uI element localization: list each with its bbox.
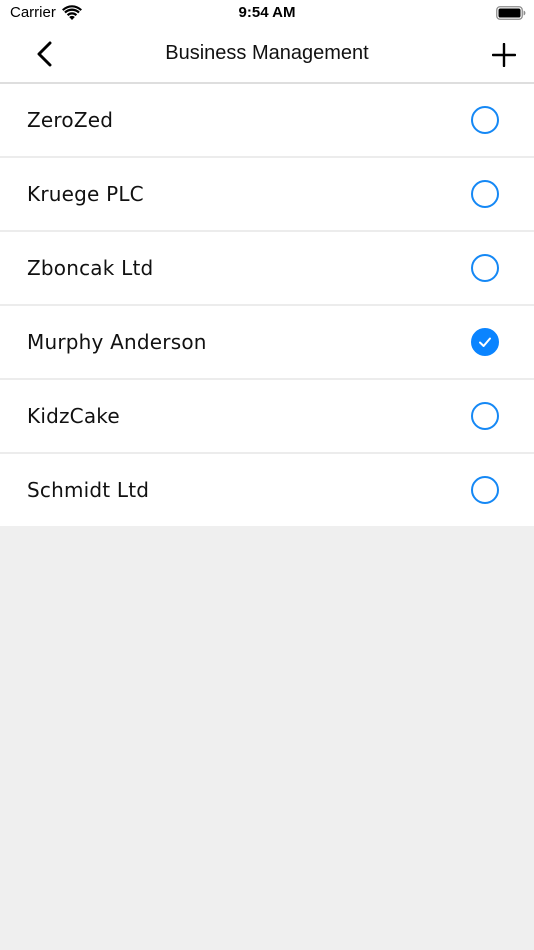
radio-unchecked-icon[interactable] xyxy=(471,106,499,134)
checkmark-icon xyxy=(479,337,491,347)
add-business-button[interactable] xyxy=(488,39,520,71)
business-row[interactable]: KidzCake xyxy=(0,380,534,454)
business-name: Kruege PLC xyxy=(27,182,144,206)
status-time: 9:54 AM xyxy=(238,4,296,21)
status-bar: Carrier 9:54 AM xyxy=(0,0,534,28)
business-name: KidzCake xyxy=(27,404,120,428)
business-name: ZeroZed xyxy=(27,108,114,132)
business-row[interactable]: Murphy Anderson xyxy=(0,306,534,380)
business-row[interactable]: Kruege PLC xyxy=(0,158,534,232)
business-name: Schmidt Ltd xyxy=(27,478,150,502)
page-title: Business Management xyxy=(165,42,369,64)
radio-checked-icon[interactable] xyxy=(471,328,499,356)
radio-unchecked-icon[interactable] xyxy=(471,180,499,208)
radio-unchecked-icon[interactable] xyxy=(471,402,499,430)
business-list: ZeroZed Kruege PLC Zboncak Ltd Murphy Ander… xyxy=(0,84,534,526)
business-row[interactable]: Zboncak Ltd xyxy=(0,232,534,306)
navigation-bar: Business Management xyxy=(0,28,534,84)
battery-icon xyxy=(496,6,526,20)
business-row[interactable]: ZeroZed xyxy=(0,84,534,158)
radio-unchecked-icon[interactable] xyxy=(471,476,499,504)
business-name: Murphy Anderson xyxy=(27,330,207,354)
plus-icon xyxy=(492,43,516,67)
business-name: Zboncak Ltd xyxy=(27,256,154,280)
business-row[interactable]: Schmidt Ltd xyxy=(0,454,534,526)
radio-unchecked-icon[interactable] xyxy=(471,254,499,282)
